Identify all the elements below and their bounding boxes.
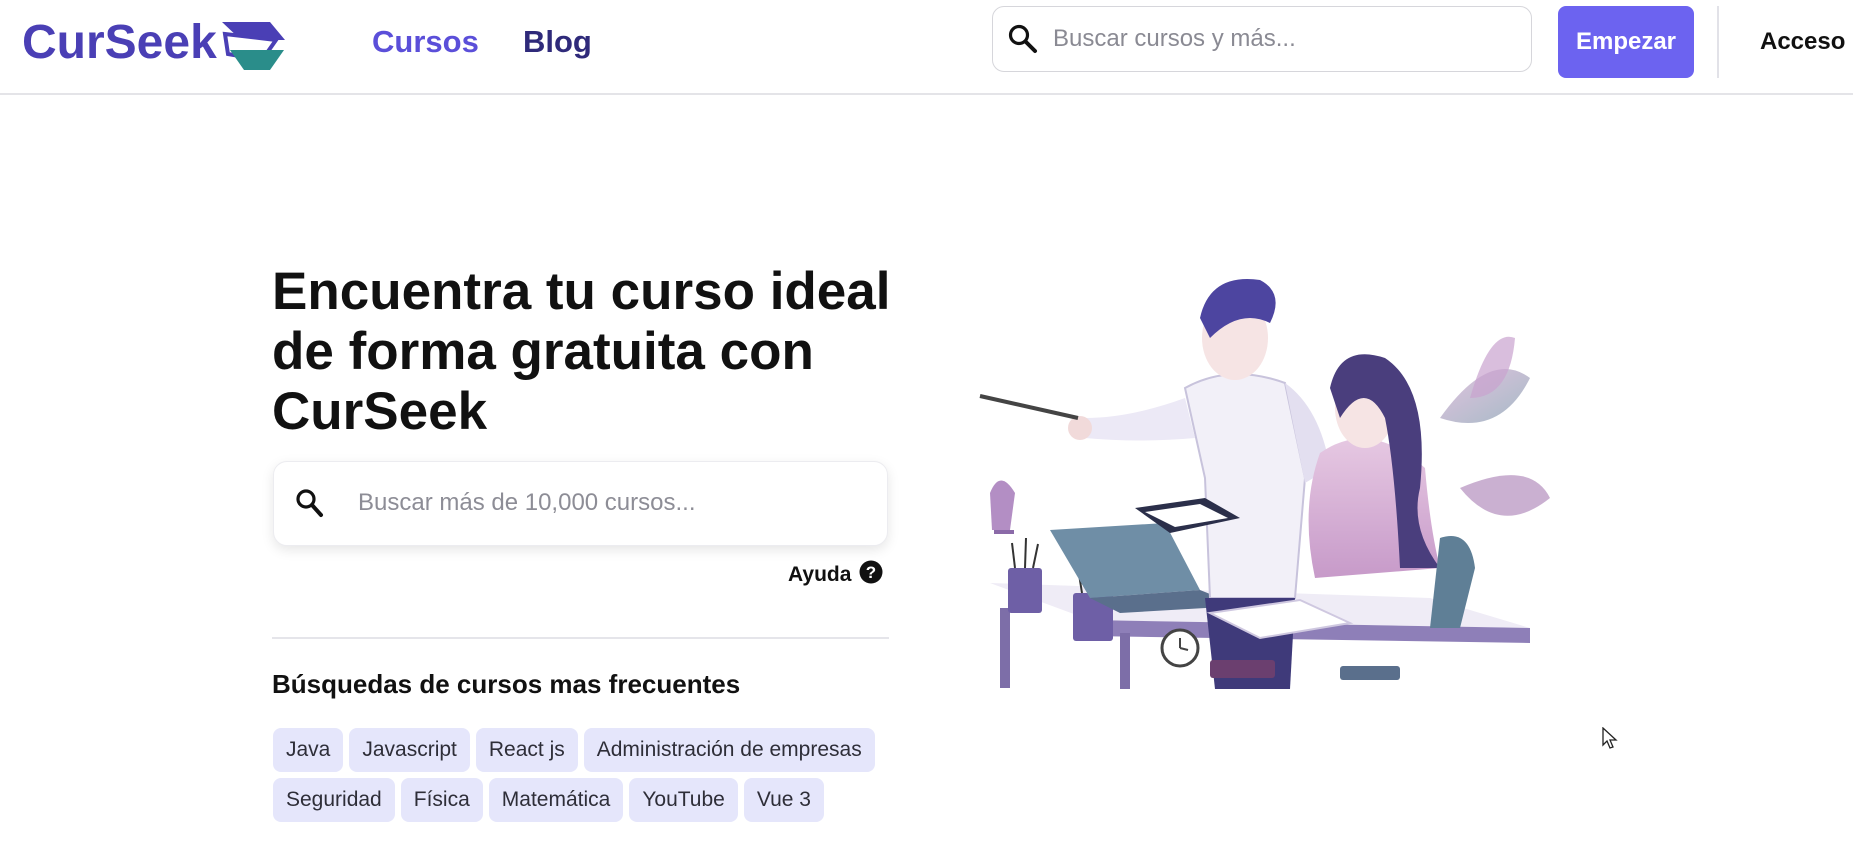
site-header: CurSeek Cursos Blog Buscar cursos y más.… <box>0 0 1853 95</box>
nav-blog-link[interactable]: Blog <box>523 22 592 62</box>
header-search-input[interactable]: Buscar cursos y más... <box>1053 7 1296 70</box>
header-search-field[interactable]: Buscar cursos y más... <box>992 6 1532 72</box>
hero-search-field[interactable]: Buscar más de 10,000 cursos... <box>273 461 888 546</box>
chip-javascript[interactable]: Javascript <box>349 728 470 772</box>
hero-search-input[interactable]: Buscar más de 10,000 cursos... <box>358 462 696 544</box>
search-icon <box>1007 23 1039 60</box>
nav-cursos-link[interactable]: Cursos <box>372 22 479 62</box>
help-label: Ayuda <box>788 562 852 586</box>
chip-fisica[interactable]: Física <box>400 778 483 822</box>
chip-matematica[interactable]: Matemática <box>488 778 624 822</box>
section-divider <box>272 637 889 639</box>
chip-react-js[interactable]: React js <box>475 728 578 772</box>
hero-title: Encuentra tu curso ideal de forma gratui… <box>272 262 891 441</box>
hero-illustration <box>970 268 1560 689</box>
help-link[interactable]: Ayuda ? <box>788 560 883 589</box>
mouse-cursor-icon <box>1602 726 1618 756</box>
search-icon <box>294 486 326 525</box>
empezar-button[interactable]: Empezar <box>1558 6 1694 78</box>
svg-text:CurSeek: CurSeek <box>22 16 217 69</box>
chip-java[interactable]: Java <box>273 728 344 772</box>
help-circle-icon: ? <box>859 560 883 589</box>
acceso-link[interactable]: Acceso <box>1760 24 1845 60</box>
frequent-search-chips: Java Javascript React js Administración … <box>273 728 933 822</box>
book-stack-icon <box>222 22 285 70</box>
curseek-logo[interactable]: CurSeek <box>22 14 287 72</box>
chip-youtube[interactable]: YouTube <box>629 778 738 822</box>
frequent-searches-title: Búsquedas de cursos mas frecuentes <box>272 669 741 699</box>
chip-administracion[interactable]: Administración de empresas <box>583 728 875 772</box>
chip-vue-3[interactable]: Vue 3 <box>743 778 824 822</box>
svg-text:?: ? <box>866 563 876 582</box>
header-divider <box>1717 6 1719 78</box>
chip-seguridad[interactable]: Seguridad <box>273 778 395 822</box>
